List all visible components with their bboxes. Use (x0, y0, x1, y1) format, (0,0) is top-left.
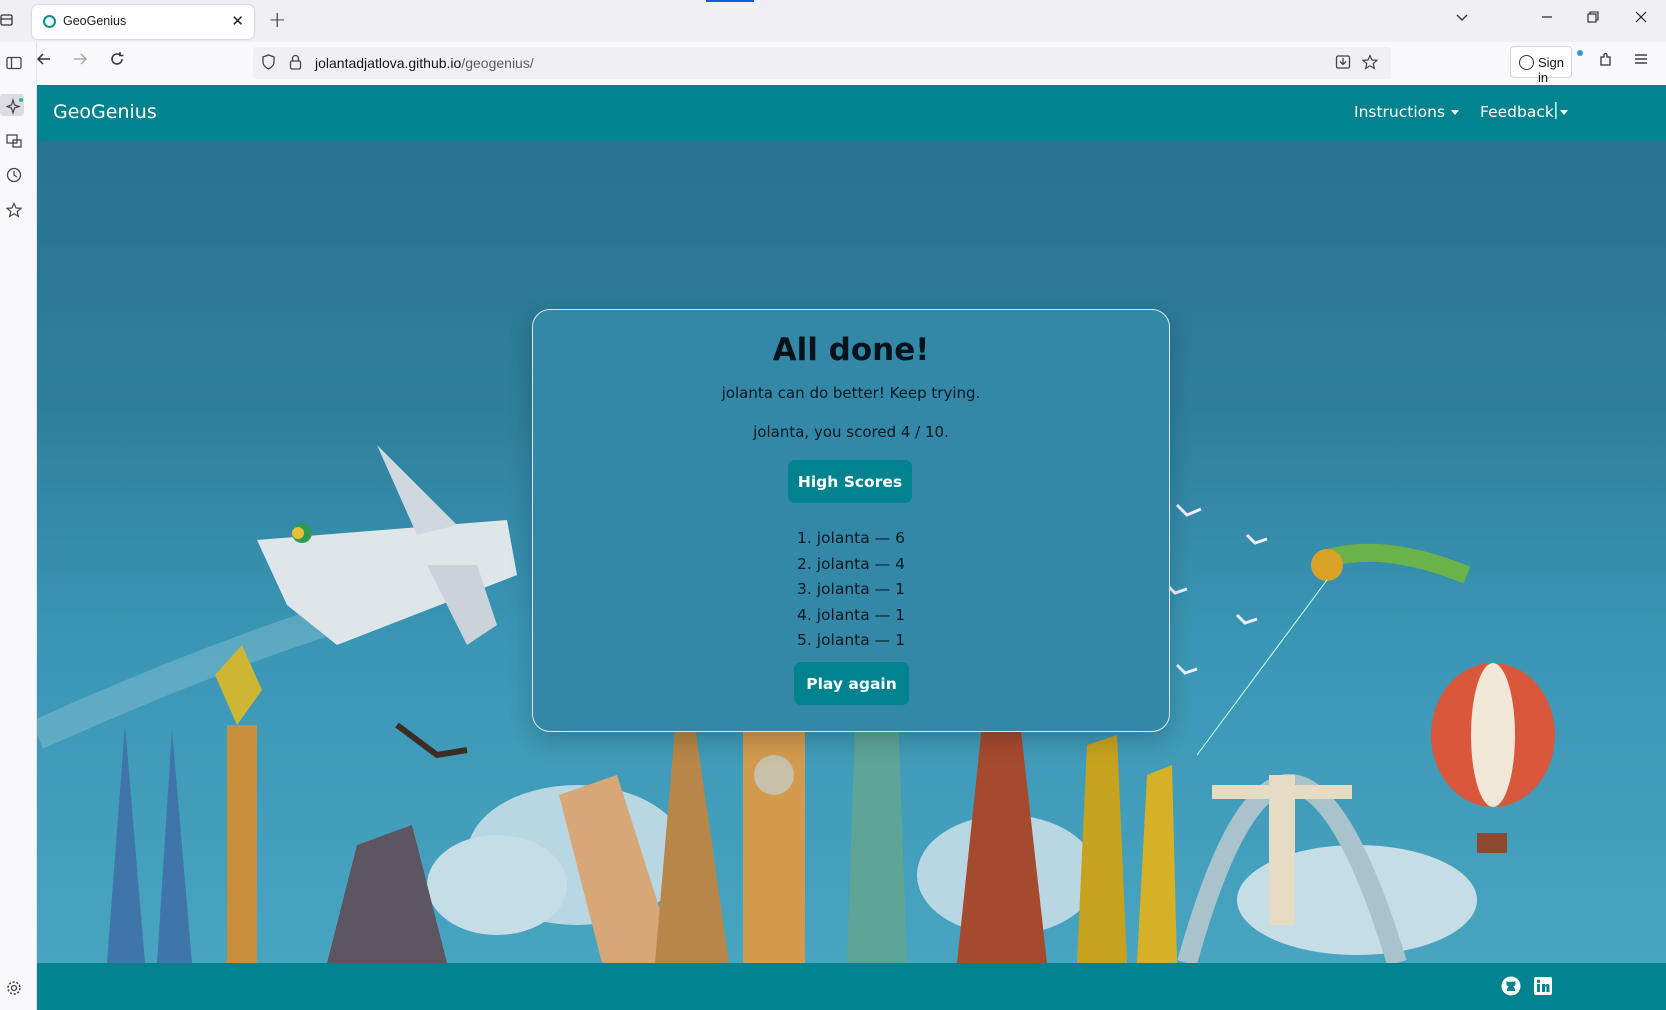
airplane (257, 445, 517, 645)
site-brand[interactable]: GeoGenius (53, 101, 157, 123)
high-scores-button[interactable]: High Scores (788, 460, 912, 503)
ai-chatbot-icon[interactable] (5, 97, 24, 119)
url-path: /geogenius/ (461, 55, 534, 71)
high-score-entry: 3. jolanta — 1 (797, 580, 905, 598)
browser-tab-bar: GeoGenius ✕ + (0, 0, 1666, 42)
minimize-icon[interactable] (1541, 10, 1553, 28)
site-header: GeoGenius Instructions | Feedback (37, 85, 1666, 141)
chevron-down-icon (1559, 110, 1568, 115)
tab-scroll-indicator (706, 0, 754, 2)
tab-close-icon[interactable]: ✕ (231, 12, 244, 30)
tracking-protection-icon[interactable] (261, 54, 276, 74)
result-dialog: All done! jolanta can do better! Keep tr… (532, 309, 1170, 732)
site-footer (37, 963, 1666, 1010)
high-score-entry: 2. jolanta — 4 (797, 554, 905, 573)
bookmark-star-icon[interactable] (1361, 54, 1379, 74)
address-bar[interactable]: jolantadjatlova.github.io/geogenius/ (253, 47, 1391, 79)
high-scores-list: 1. jolanta — 6 2. jolanta — 4 3. jolanta… (533, 526, 1169, 654)
instructions-menu[interactable]: Instructions (1354, 103, 1460, 121)
sign-in-button[interactable]: Sign in (1510, 46, 1583, 85)
history-icon[interactable] (6, 167, 22, 187)
synced-tabs-icon[interactable] (6, 133, 22, 153)
browser-sidebar (0, 42, 37, 1010)
high-score-entry: 5. jolanta — 1 (797, 631, 905, 649)
sidebar-toggle-icon[interactable] (6, 56, 22, 74)
reload-icon[interactable] (109, 51, 125, 72)
forward-icon[interactable] (72, 51, 88, 72)
extensions-icon[interactable] (1598, 51, 1614, 72)
restore-icon[interactable] (1587, 10, 1599, 28)
play-again-button[interactable]: Play again (794, 662, 909, 705)
app-menu-icon[interactable] (1633, 51, 1649, 72)
url-domain: jolantadjatlova.github.io (315, 55, 462, 71)
notification-dot (1577, 50, 1583, 56)
site-favicon-icon (43, 15, 56, 28)
feedback-menu[interactable]: Feedback (1480, 103, 1568, 121)
linkedin-icon[interactable] (1533, 976, 1553, 996)
list-all-tabs-icon[interactable] (1455, 10, 1469, 28)
save-page-icon[interactable] (1335, 54, 1351, 74)
instructions-label: Instructions (1354, 103, 1446, 121)
geogenius-page: GeoGenius Instructions | Feedback All do… (37, 85, 1666, 1010)
high-score-entry: 4. jolanta — 1 (797, 605, 905, 624)
score-text: jolanta, you scored 4 / 10. (753, 423, 949, 441)
feedback-label: Feedback (1480, 103, 1554, 121)
lock-icon[interactable] (289, 54, 302, 74)
account-icon (1519, 55, 1534, 70)
sign-in-label: Sign in (1538, 55, 1565, 85)
tab-title: GeoGenius (63, 14, 127, 28)
new-tab-icon[interactable]: + (268, 8, 286, 33)
chevron-down-icon (1451, 110, 1460, 115)
browser-tab-active[interactable]: GeoGenius ✕ (32, 5, 254, 39)
browser-nav-bar: jolantadjatlova.github.io/geogenius/ Sig… (0, 42, 1666, 85)
customize-sidebar-gear-icon[interactable] (6, 980, 22, 1000)
bookmarks-icon[interactable] (5, 202, 23, 222)
github-icon[interactable] (1501, 976, 1521, 996)
result-message: jolanta can do better! Keep trying. (721, 384, 981, 402)
window-close-icon[interactable] (1635, 10, 1647, 28)
high-score-entry: 1. jolanta — 6 (797, 529, 905, 547)
back-icon[interactable] (36, 51, 52, 72)
tab-list-icon[interactable] (0, 12, 14, 32)
url-text[interactable]: jolantadjatlova.github.io/geogenius/ (315, 55, 534, 71)
result-title: All done! (772, 332, 930, 368)
